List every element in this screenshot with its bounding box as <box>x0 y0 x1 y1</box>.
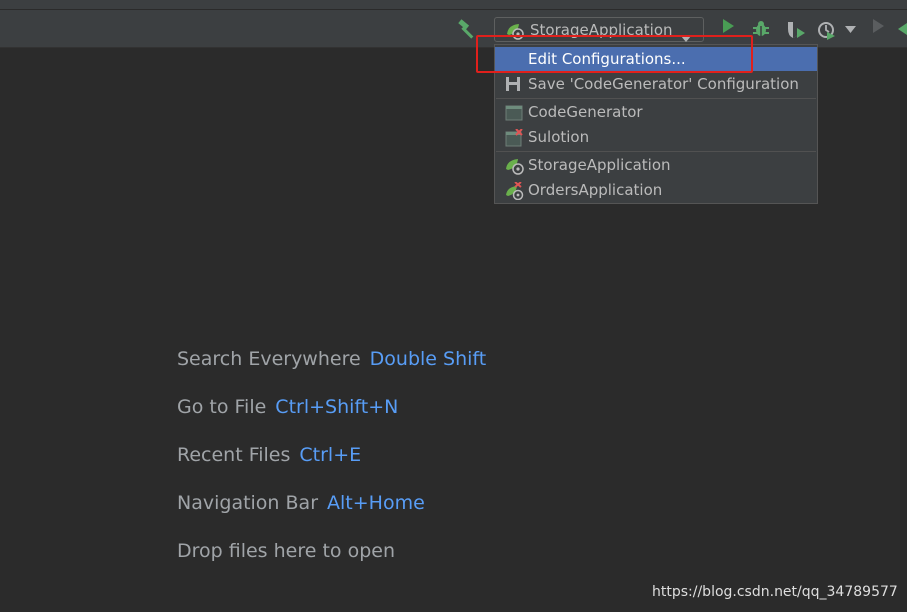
hint-navigation-bar: Navigation Bar Alt+Home <box>177 492 425 514</box>
hint-shortcut: Double Shift <box>369 348 487 370</box>
hint-recent-files: Recent Files Ctrl+E <box>177 444 361 466</box>
hint-drop-files: Drop files here to open <box>177 540 395 562</box>
hint-action: Search Everywhere <box>177 348 361 370</box>
save-icon <box>505 76 523 94</box>
menu-separator <box>496 151 816 152</box>
debug-bug-icon[interactable] <box>752 20 774 42</box>
menu-item-sulotion[interactable]: Sulotion <box>495 125 817 149</box>
menu-item-codegenerator[interactable]: CodeGenerator <box>495 100 817 124</box>
menu-item-label: StorageApplication <box>528 156 671 174</box>
annotation-highlight-box <box>476 35 753 73</box>
menu-item-label: Save 'CodeGenerator' Configuration <box>528 75 799 93</box>
hint-action: Navigation Bar <box>177 492 319 514</box>
spring-boot-icon <box>505 157 524 175</box>
hint-action: Recent Files <box>177 444 291 466</box>
menu-item-label: CodeGenerator <box>528 103 643 121</box>
application-icon <box>505 104 523 122</box>
menu-item-storageapplication[interactable]: StorageApplication <box>495 153 817 177</box>
menu-separator <box>496 98 816 99</box>
hint-shortcut: Alt+Home <box>327 492 425 514</box>
navigation-arrow-icon[interactable] <box>898 23 907 45</box>
coverage-icon[interactable] <box>786 20 808 42</box>
spring-boot-error-icon <box>505 181 524 201</box>
hint-shortcut: Ctrl+Shift+N <box>275 396 399 418</box>
menu-item-label: Sulotion <box>528 128 590 146</box>
menu-item-save-configuration[interactable]: Save 'CodeGenerator' Configuration <box>495 72 817 96</box>
chevron-down-icon[interactable] <box>845 26 867 48</box>
main-toolbar: StorageApplication <box>0 0 907 48</box>
hint-go-to-file: Go to File Ctrl+Shift+N <box>177 396 398 418</box>
menu-item-label: OrdersApplication <box>528 181 663 199</box>
hint-search-everywhere: Search Everywhere Double Shift <box>177 348 486 370</box>
run-disabled-icon[interactable] <box>870 18 892 40</box>
menu-item-ordersapplication[interactable]: OrdersApplication <box>495 178 817 202</box>
profile-icon[interactable] <box>817 20 839 42</box>
hint-action: Go to File <box>177 396 267 418</box>
hint-action: Drop files here to open <box>177 540 396 562</box>
title-strip <box>0 0 907 10</box>
application-error-icon <box>505 128 523 147</box>
watermark-text: https://blog.csdn.net/qq_34789577 <box>652 584 898 600</box>
hint-shortcut: Ctrl+E <box>299 444 362 466</box>
